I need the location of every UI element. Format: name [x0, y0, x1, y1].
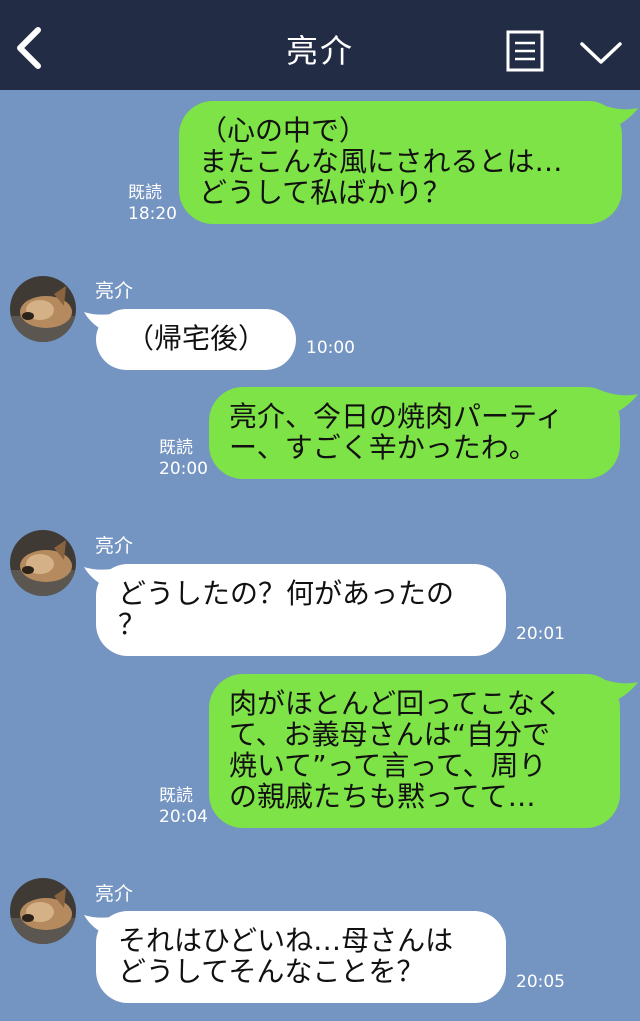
chevron-down-icon — [580, 42, 622, 64]
read-receipt: 既読 — [128, 183, 162, 203]
message-time: 20:00 — [159, 459, 208, 479]
chat-header: 亮介 — [0, 0, 640, 90]
message-bubble[interactable]: （心の中で） またこんな風にされるとは… どうして私ばかり？ — [179, 101, 622, 224]
contact-avatar[interactable] — [10, 878, 76, 944]
sender-name: 亮介 — [95, 280, 134, 302]
dog-avatar — [10, 878, 76, 944]
message-meta: 既読 18:20 — [128, 183, 177, 225]
menu-icon — [506, 30, 544, 72]
menu-button[interactable] — [506, 30, 544, 72]
sender-name: 亮介 — [95, 883, 134, 905]
message-meta: 既読 20:04 — [159, 786, 208, 828]
read-receipt: 既読 — [159, 786, 193, 806]
chat-title: 亮介 — [285, 32, 354, 70]
read-receipt: 既読 — [159, 438, 193, 458]
message-time: 10:00 — [306, 338, 355, 358]
message-bubble[interactable]: （帰宅後） — [96, 309, 296, 370]
message-time: 18:20 — [128, 204, 177, 224]
message-bubble[interactable]: どうしたの？何があったの ？ — [96, 564, 506, 656]
contact-avatar[interactable] — [10, 530, 76, 596]
message-time: 20:05 — [516, 972, 565, 992]
message-bubble[interactable]: 亮介、今日の焼肉パーティ ー、すごく辛かったわ。 — [209, 387, 620, 479]
message-bubble[interactable]: それはひどいね…母さんは どうしてそんなことを？ — [96, 911, 506, 1003]
message-bubble[interactable]: 肉がほとんど回ってこなく て、お義母さんは“自分で 焼いて”って言って、周り の… — [209, 674, 620, 828]
dog-avatar — [10, 276, 76, 342]
contact-avatar[interactable] — [10, 276, 76, 342]
message-time: 20:04 — [159, 807, 208, 827]
message-time: 20:01 — [516, 624, 565, 644]
dog-avatar — [10, 530, 76, 596]
collapse-button[interactable] — [578, 36, 624, 68]
message-meta: 既読 20:00 — [159, 438, 208, 480]
sender-name: 亮介 — [95, 535, 134, 557]
